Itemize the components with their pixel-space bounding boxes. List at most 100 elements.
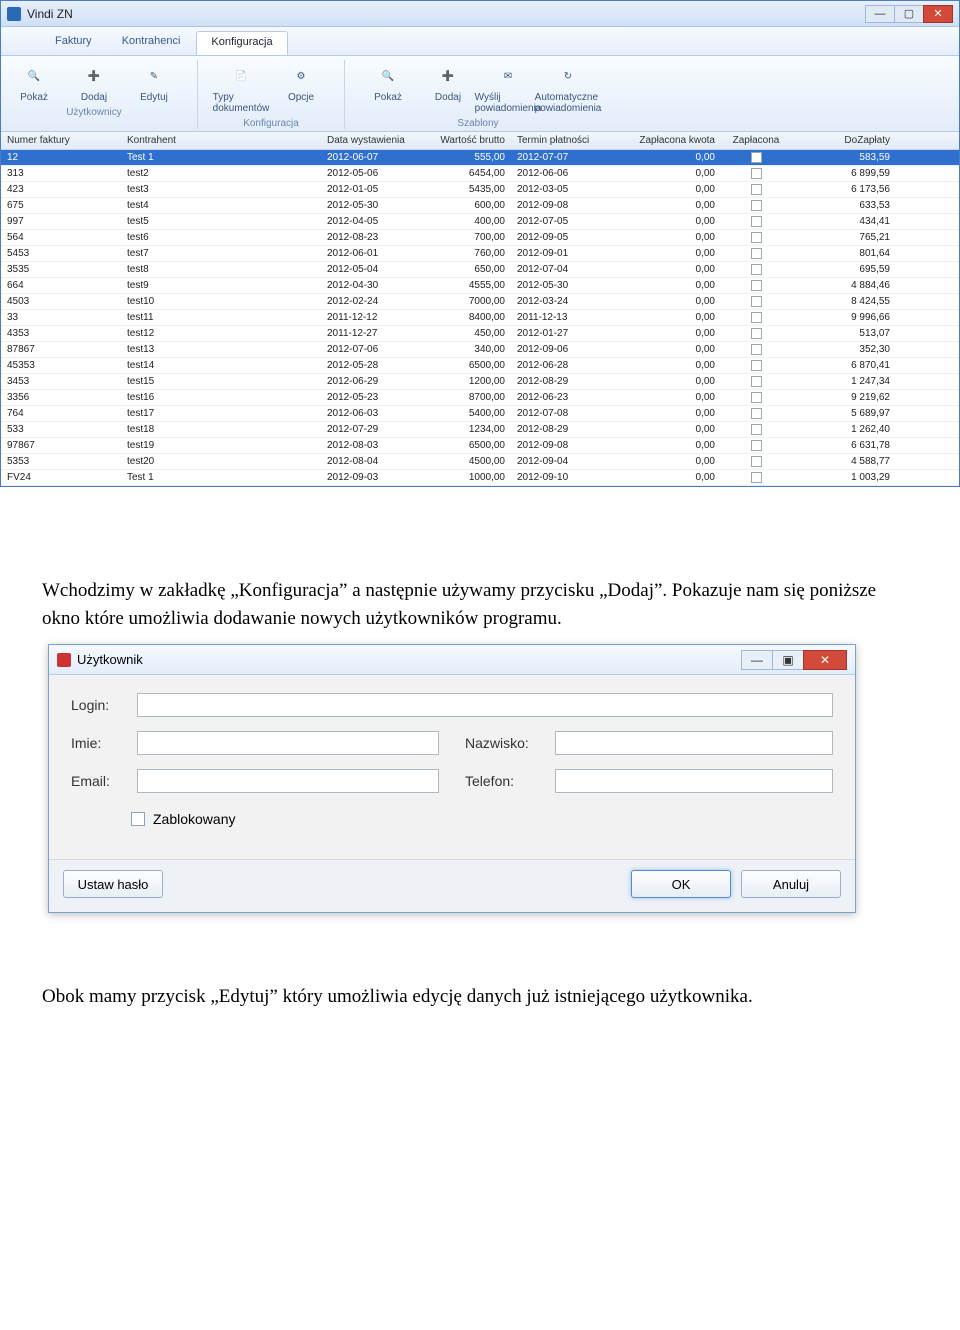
cell: test9	[121, 277, 321, 294]
ribbon-pokaz-button[interactable]: 🔍Pokaż	[7, 60, 61, 105]
cell: 352,30	[791, 341, 896, 358]
paid-checkbox[interactable]	[751, 456, 762, 467]
tab-konfiguracja[interactable]: Konfiguracja	[196, 31, 287, 55]
table-row[interactable]: 3356test162012-05-238700,002012-06-230,0…	[1, 390, 959, 406]
cell: Test 1	[121, 469, 321, 486]
cell: 675	[1, 197, 121, 214]
auto-icon: ↻	[554, 62, 582, 90]
titlebar: Vindi ZN — ▢ ✕	[1, 1, 959, 27]
ok-button[interactable]: OK	[631, 870, 731, 898]
imie-field[interactable]	[137, 731, 439, 755]
table-row[interactable]: 4503test102012-02-247000,002012-03-240,0…	[1, 294, 959, 310]
dialog-minimize-button[interactable]: —	[741, 650, 773, 670]
dialog-close-button[interactable]: ✕	[803, 650, 847, 670]
cell	[721, 165, 791, 182]
login-field[interactable]	[137, 693, 833, 717]
paid-checkbox[interactable]	[751, 232, 762, 243]
ribbon-group-label: Konfiguracja	[243, 118, 299, 129]
table-row[interactable]: 5453test72012-06-01760,002012-09-010,008…	[1, 246, 959, 262]
cell: 9 996,66	[791, 309, 896, 326]
paid-checkbox[interactable]	[751, 360, 762, 371]
telefon-field[interactable]	[555, 769, 833, 793]
ribbon-opcje-button[interactable]: ⚙Opcje	[274, 60, 328, 116]
maximize-button[interactable]: ▢	[894, 5, 924, 23]
table-row[interactable]: 5353test202012-08-044500,002012-09-040,0…	[1, 454, 959, 470]
table-row[interactable]: 675test42012-05-30600,002012-09-080,0063…	[1, 198, 959, 214]
tab-faktury[interactable]: Faktury	[41, 31, 106, 55]
tab-kontrahenci[interactable]: Kontrahenci	[108, 31, 195, 55]
table-row[interactable]: 45353test142012-05-286500,002012-06-280,…	[1, 358, 959, 374]
table-row[interactable]: 33test112011-12-128400,002011-12-130,009…	[1, 310, 959, 326]
email-field[interactable]	[137, 769, 439, 793]
dialog-maximize-button[interactable]: ▣	[772, 650, 804, 670]
cell: 434,41	[791, 213, 896, 230]
table-row[interactable]: 764test172012-06-035400,002012-07-080,00…	[1, 406, 959, 422]
anuluj-button[interactable]: Anuluj	[741, 870, 841, 898]
table-row[interactable]: 3453test152012-06-291200,002012-08-290,0…	[1, 374, 959, 390]
table-row[interactable]: 423test32012-01-055435,002012-03-050,006…	[1, 182, 959, 198]
ribbon-wyslij-button[interactable]: ✉Wyślij powiadomienia	[481, 60, 535, 116]
paid-checkbox[interactable]	[751, 216, 762, 227]
table-row[interactable]: 997test52012-04-05400,002012-07-050,0043…	[1, 214, 959, 230]
col-header[interactable]: Zapłacona	[721, 132, 791, 149]
close-button[interactable]: ✕	[923, 5, 953, 23]
col-header[interactable]: Data wystawienia	[321, 132, 421, 149]
ribbon-pokaz2-button[interactable]: 🔍Pokaż	[361, 60, 415, 116]
cell: 650,00	[421, 261, 511, 278]
paid-checkbox[interactable]	[751, 392, 762, 403]
table-row[interactable]: 97867test192012-08-036500,002012-09-080,…	[1, 438, 959, 454]
table-row[interactable]: 564test62012-08-23700,002012-09-050,0076…	[1, 230, 959, 246]
ustaw-haslo-button[interactable]: Ustaw hasło	[63, 870, 163, 898]
col-header[interactable]: Termin płatności	[511, 132, 611, 149]
paid-checkbox[interactable]	[751, 376, 762, 387]
nazwisko-field[interactable]	[555, 731, 833, 755]
cell: 45353	[1, 357, 121, 374]
table-row[interactable]: 3535test82012-05-04650,002012-07-040,006…	[1, 262, 959, 278]
paid-checkbox[interactable]	[751, 264, 762, 275]
col-header[interactable]: Wartość brutto	[421, 132, 511, 149]
paid-checkbox[interactable]	[751, 472, 762, 483]
table-row[interactable]: 313test22012-05-066454,002012-06-060,006…	[1, 166, 959, 182]
table-row[interactable]: 533test182012-07-291234,002012-08-290,00…	[1, 422, 959, 438]
cell: 633,53	[791, 197, 896, 214]
paid-checkbox[interactable]	[751, 296, 762, 307]
cell: 0,00	[611, 261, 721, 278]
paid-checkbox[interactable]	[751, 248, 762, 259]
paid-checkbox[interactable]	[751, 408, 762, 419]
cell: 450,00	[421, 325, 511, 342]
table-row[interactable]: 664test92012-04-304555,002012-05-300,004…	[1, 278, 959, 294]
paid-checkbox[interactable]	[751, 312, 762, 323]
paid-checkbox[interactable]	[751, 168, 762, 179]
cell: 6 173,56	[791, 181, 896, 198]
table-row[interactable]: 87867test132012-07-06340,002012-09-060,0…	[1, 342, 959, 358]
ribbon-typy-button[interactable]: 📄Typy dokumentów	[214, 60, 268, 116]
col-header[interactable]: Numer faktury	[1, 132, 121, 149]
dialog-title: Użytkownik	[77, 652, 143, 667]
table-row[interactable]: FV24Test 12012-09-031000,002012-09-100,0…	[1, 470, 959, 486]
paid-checkbox[interactable]	[751, 440, 762, 451]
dialog-app-icon	[57, 653, 71, 667]
paid-checkbox[interactable]	[751, 200, 762, 211]
table-row[interactable]: 12Test 12012-06-07555,002012-07-070,0058…	[1, 150, 959, 166]
ribbon-dodaj-button[interactable]: ➕Dodaj	[67, 60, 121, 105]
paid-checkbox[interactable]	[751, 152, 762, 163]
app-icon	[7, 7, 21, 21]
cell: 583,59	[791, 149, 896, 166]
paid-checkbox[interactable]	[751, 184, 762, 195]
ribbon-edytuj-button[interactable]: ✎Edytuj	[127, 60, 181, 105]
ribbon-dodaj2-button[interactable]: ➕Dodaj	[421, 60, 475, 116]
paid-checkbox[interactable]	[751, 328, 762, 339]
col-header[interactable]: Kontrahent	[121, 132, 321, 149]
cell: 87867	[1, 341, 121, 358]
paid-checkbox[interactable]	[751, 344, 762, 355]
col-header[interactable]: DoZapłaty	[791, 132, 896, 149]
table-row[interactable]: 4353test122011-12-27450,002012-01-270,00…	[1, 326, 959, 342]
col-header[interactable]: Zapłacona kwota	[611, 132, 721, 149]
ribbon-auto-button[interactable]: ↻Automatyczne powiadomienia	[541, 60, 595, 116]
cell	[721, 405, 791, 422]
cell: 533	[1, 421, 121, 438]
paid-checkbox[interactable]	[751, 424, 762, 435]
minimize-button[interactable]: —	[865, 5, 895, 23]
zablokowany-checkbox[interactable]	[131, 812, 145, 826]
paid-checkbox[interactable]	[751, 280, 762, 291]
